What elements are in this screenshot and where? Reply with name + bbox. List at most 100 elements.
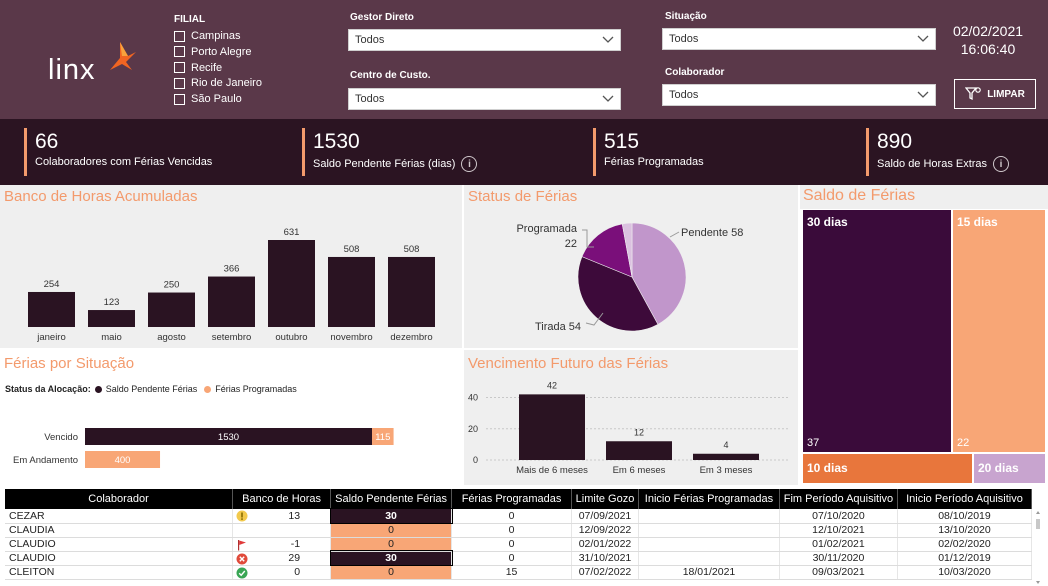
cell-limite-gozo: 07/02/2022 xyxy=(571,565,639,580)
table-scrollbar[interactable] xyxy=(1035,510,1041,585)
filial-checkbox-0[interactable]: Campinas xyxy=(174,29,241,43)
cell-ferias-programadas: 0 xyxy=(451,537,573,552)
cell-colaborador: CLEITON xyxy=(5,565,234,580)
bar-category-label: outubro xyxy=(275,332,307,343)
treemap-tile-15-dias[interactable]: 15 dias 22 xyxy=(953,210,1045,452)
cell-ferias-programadas: 15 xyxy=(451,565,573,580)
ferias-situacao-title: Férias por Situação xyxy=(4,355,135,372)
bar-value-label: 366 xyxy=(224,264,240,275)
cell-colaborador: CLAUDIO xyxy=(5,551,234,566)
current-time: 16:06:40 xyxy=(960,41,1016,57)
venc-bar-value-label: 4 xyxy=(723,440,728,450)
col-header-saldo-pendente[interactable]: Saldo Pendente Férias xyxy=(330,489,453,509)
kpi-value: 66 xyxy=(35,130,59,153)
col-header-banco-horas[interactable]: Banco de Horas xyxy=(232,489,332,509)
venc-bar-value-label: 42 xyxy=(547,380,557,390)
checkbox-icon[interactable] xyxy=(174,30,185,42)
col-header-fim-periodo-aquisitivo[interactable]: Fim Período Aquisitivo xyxy=(779,489,898,509)
status-ferias-title: Status de Férias xyxy=(468,188,578,205)
cell-inicio-periodo-aquisitivo: 10/03/2020 xyxy=(897,565,1033,580)
colaborador-dropdown[interactable]: Todos xyxy=(662,84,936,106)
banco-value: 0 xyxy=(294,566,301,578)
centro-custo-value: Todos xyxy=(355,93,385,105)
centro-custo-dropdown[interactable]: Todos xyxy=(348,88,621,110)
cell-banco-horas: -1 xyxy=(232,537,332,552)
venc-bar-1 xyxy=(606,441,672,460)
cell-fim-periodo-aquisitivo: 30/11/2020 xyxy=(779,551,898,566)
cell-colaborador: CLAUDIO xyxy=(5,537,234,552)
clear-filters-button[interactable]: LIMPAR xyxy=(954,79,1036,109)
info-icon[interactable]: i xyxy=(993,156,1010,172)
tile-value: 22 xyxy=(957,437,970,449)
bar-value-label: 508 xyxy=(404,244,420,255)
situacao-value: Todos xyxy=(669,33,699,45)
filial-checkbox-4[interactable]: São Paulo xyxy=(174,92,242,106)
colaborador-label: Colaborador xyxy=(665,67,725,78)
cell-limite-gozo: 02/01/2022 xyxy=(571,537,639,552)
venc-bar-0 xyxy=(519,394,585,460)
col-header-ferias-programadas[interactable]: Férias Programadas xyxy=(451,489,573,509)
col-header-colaborador[interactable]: Colaborador xyxy=(5,489,234,509)
checkbox-icon[interactable] xyxy=(174,62,185,74)
situacao-category-label: Em Andamento xyxy=(13,455,78,466)
col-header-limite-gozo[interactable]: Limite Gozo xyxy=(571,489,639,509)
kpi-label: Saldo de Horas Extras xyxy=(877,158,988,170)
cell-colaborador: CEZAR xyxy=(5,509,234,524)
legend-item-programadas: Férias Programadas xyxy=(215,384,297,394)
table-row[interactable]: CLAUDIA 0 0 12/09/2022 12/10/2021 13/10/2020 xyxy=(5,523,1033,538)
ferias-situacao-chart: Vencido 1530 115 Em Andamento 400 xyxy=(13,428,394,468)
cell-inicio-ferias-programadas xyxy=(638,551,780,566)
vencimento-title: Vencimento Futuro das Férias xyxy=(468,355,669,372)
checkbox-icon[interactable] xyxy=(174,77,185,89)
filial-title: FILIAL xyxy=(174,14,206,25)
venc-category-label: Em 6 meses xyxy=(613,465,666,476)
filial-option-label: Porto Alegre xyxy=(191,45,252,58)
filial-checkbox-3[interactable]: Rio de Janeiro xyxy=(174,76,262,90)
filial-checkbox-1[interactable]: Porto Alegre xyxy=(174,45,252,59)
cell-inicio-ferias-programadas xyxy=(638,537,780,552)
treemap-tile-10-dias[interactable]: 10 dias xyxy=(803,454,972,483)
linx-logo: linx xyxy=(44,40,139,90)
col-header-inicio-ferias-programadas[interactable]: Inicio Férias Programadas xyxy=(638,489,780,509)
kpi-label: Férias Programadas xyxy=(604,156,704,168)
table-row[interactable]: CLAUDIO -1 0 0 02/01/2022 01/02/2021 02/02/202… xyxy=(5,537,1033,552)
cell-saldo-pendente: 30 xyxy=(329,550,453,566)
situacao-bar-value-label: 115 xyxy=(375,432,390,443)
col-header-inicio-periodo-aquisitivo[interactable]: Inicio Período Aquisitivo xyxy=(897,489,1033,509)
cell-banco-horas: 29 xyxy=(232,551,332,566)
status-icon-wrap xyxy=(236,510,248,522)
table-row[interactable]: CEZAR 13 30 0 07/09/2021 07/10/2020 08/10/2019 xyxy=(5,508,1033,524)
cell-inicio-periodo-aquisitivo: 02/02/2020 xyxy=(897,537,1033,552)
chevron-down-icon xyxy=(602,95,614,102)
status-icon-wrap xyxy=(236,539,248,551)
y-tick-label: 20 xyxy=(468,424,478,434)
legend-item-saldo: Saldo Pendente Férias xyxy=(105,384,198,394)
cell-colaborador: CLAUDIA xyxy=(5,523,234,538)
situacao-label: Situação xyxy=(665,11,707,22)
table-row[interactable]: CLAUDIO 29 30 0 31/10/2021 30/11/2020 01/12/20… xyxy=(5,550,1033,566)
pie-label-tirada: Tirada 54 xyxy=(535,321,581,333)
filial-checkbox-2[interactable]: Recife xyxy=(174,61,222,75)
bar-value-label: 254 xyxy=(44,279,60,290)
saldo-ferias-title: Saldo de Férias xyxy=(803,187,916,204)
cell-saldo-pendente: 0 xyxy=(330,565,453,580)
cell-inicio-ferias-programadas xyxy=(638,509,780,524)
filial-option-label: Campinas xyxy=(191,30,241,42)
treemap-tile-30-dias[interactable]: 30 dias 37 xyxy=(803,210,951,452)
pie-label-programada-value: 22 xyxy=(565,238,577,250)
venc-bar-value-label: 12 xyxy=(634,427,644,437)
venc-category-label: Mais de 6 meses xyxy=(516,465,588,476)
info-icon[interactable]: i xyxy=(461,156,478,172)
checkbox-icon[interactable] xyxy=(174,93,185,105)
bar-category-label: janeiro xyxy=(36,332,66,343)
gestor-direto-dropdown[interactable]: Todos xyxy=(348,29,621,51)
scroll-thumb xyxy=(1036,519,1040,529)
situacao-dropdown[interactable]: Todos xyxy=(662,28,936,50)
checkbox-icon[interactable] xyxy=(174,46,185,58)
table-row[interactable]: CLEITON 0 0 15 07/02/2022 18/01/2021 09/03/202… xyxy=(5,565,1033,580)
venc-category-label: Em 3 meses xyxy=(700,465,753,476)
cell-saldo-pendente: 0 xyxy=(330,523,453,538)
treemap-tile-20-dias[interactable]: 20 dias xyxy=(974,454,1045,483)
clear-filter-icon xyxy=(965,87,982,101)
cell-fim-periodo-aquisitivo: 07/10/2020 xyxy=(779,509,898,524)
